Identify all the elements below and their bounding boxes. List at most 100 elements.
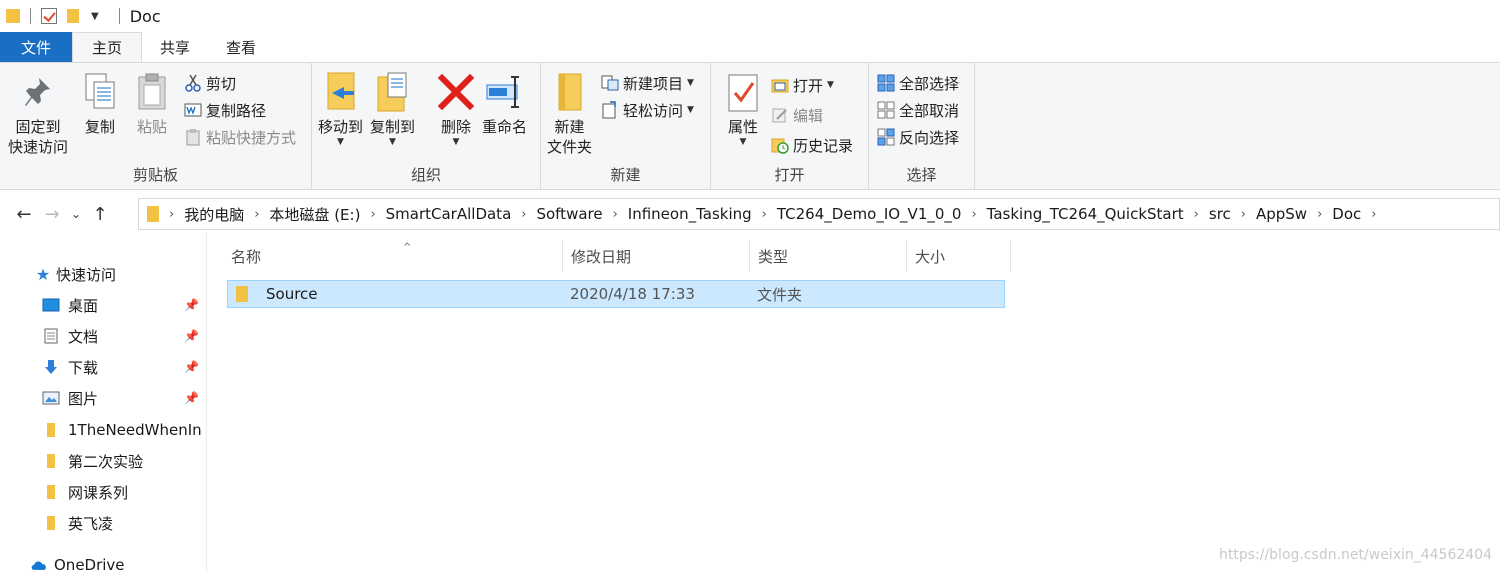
breadcrumb-separator-icon[interactable]: › xyxy=(254,207,259,222)
breadcrumb-separator-icon[interactable]: › xyxy=(1194,207,1199,222)
breadcrumb-separator-icon[interactable]: › xyxy=(613,207,618,222)
paste-button[interactable]: 粘贴 xyxy=(132,69,172,137)
breadcrumb-src[interactable]: src xyxy=(1209,205,1231,223)
copy-to-icon xyxy=(373,69,413,115)
copy-icon xyxy=(80,69,120,115)
title-separator xyxy=(118,8,120,24)
forward-arrow-icon[interactable]: → xyxy=(38,204,66,225)
breadcrumb-doc[interactable]: Doc xyxy=(1332,205,1361,223)
sidebar-item-quick-access[interactable]: ★ 快速访问 xyxy=(0,260,206,288)
sidebar-item-folder[interactable]: 网课系列 xyxy=(0,478,206,506)
tab-file[interactable]: 文件 xyxy=(0,32,72,62)
breadcrumb-smartcaralldata[interactable]: SmartCarAllData xyxy=(386,205,512,223)
sidebar-item-folder[interactable]: 1TheNeedWhenIn xyxy=(0,416,206,444)
address-bar[interactable]: › 我的电脑 › 本地磁盘 (E:) › SmartCarAllData › S… xyxy=(138,198,1500,230)
copy-path-button[interactable]: 复制路径 xyxy=(184,98,266,122)
breadcrumb-separator-icon[interactable]: › xyxy=(521,207,526,222)
table-row[interactable]: Source 2020/4/18 17:33 文件夹 xyxy=(227,280,1005,308)
move-to-chevron-down-icon: ▼ xyxy=(337,137,344,147)
open-button[interactable]: 打开 ▼ xyxy=(771,73,834,97)
tab-share[interactable]: 共享 xyxy=(142,32,208,62)
breadcrumb-appsw[interactable]: AppSw xyxy=(1256,205,1307,223)
sort-ascending-icon: ^ xyxy=(403,242,412,253)
paste-shortcut-label: 粘贴快捷方式 xyxy=(206,128,297,147)
history-button[interactable]: 历史记录 xyxy=(771,133,853,157)
sidebar-item-label: 第二次实验 xyxy=(68,452,144,471)
pin-icon[interactable]: 📌 xyxy=(184,298,199,312)
pin-icon[interactable]: 📌 xyxy=(184,360,199,374)
sidebar-item-folder[interactable]: 第二次实验 xyxy=(0,447,206,475)
paste-shortcut-icon xyxy=(184,128,202,146)
customize-toolbar-chevron-down-icon[interactable]: ▼ xyxy=(91,11,99,22)
copy-to-chevron-down-icon: ▼ xyxy=(389,137,396,147)
pin-label-line2: 快速访问 xyxy=(8,138,69,156)
sidebar-item-downloads[interactable]: 下载 📌 xyxy=(0,353,206,381)
column-header-size[interactable]: 大小 xyxy=(907,240,1011,272)
up-arrow-icon[interactable]: ↑ xyxy=(86,204,114,225)
copy-to-button[interactable]: 复制到 ▼ xyxy=(370,69,415,147)
breadcrumb-software[interactable]: Software xyxy=(536,205,602,223)
organize-group: 移动到 ▼ 复制到 ▼ 删除 ▼ 重命名 组织 xyxy=(312,63,541,189)
breadcrumb-separator-icon[interactable]: › xyxy=(169,207,174,222)
star-icon: ★ xyxy=(35,264,51,284)
download-arrow-icon xyxy=(42,359,60,375)
move-to-button[interactable]: 移动到 ▼ xyxy=(318,69,363,147)
breadcrumb-tasking-quickstart[interactable]: Tasking_TC264_QuickStart xyxy=(987,205,1184,223)
easy-access-button[interactable]: 轻松访问 ▼ xyxy=(601,98,694,122)
clipboard-group-label: 剪贴板 xyxy=(132,166,178,184)
tab-view[interactable]: 查看 xyxy=(208,32,274,62)
sidebar-item-label: 1TheNeedWhenIn xyxy=(68,421,202,439)
breadcrumb-infineon-tasking[interactable]: Infineon_Tasking xyxy=(628,205,752,223)
breadcrumb-separator-icon[interactable]: › xyxy=(370,207,375,222)
folder-icon xyxy=(42,515,60,531)
pin-icon[interactable]: 📌 xyxy=(184,329,199,343)
breadcrumb-separator-icon[interactable]: › xyxy=(1371,207,1376,222)
sidebar-item-onedrive[interactable]: OneDrive xyxy=(0,551,206,573)
open-label: 打开 xyxy=(793,76,824,95)
select-group: 全部选择 全部取消 反向选择 选择 xyxy=(869,63,975,189)
new-item-icon xyxy=(601,74,619,92)
breadcrumb-separator-icon[interactable]: › xyxy=(1317,207,1322,222)
cut-button[interactable]: 剪切 xyxy=(184,71,236,95)
recent-locations-chevron-down-icon[interactable]: ⌄ xyxy=(66,207,86,221)
breadcrumb-local-disk[interactable]: 本地磁盘 (E:) xyxy=(269,204,360,225)
pin-to-quick-access-button[interactable]: 固定到 快速访问 xyxy=(8,69,68,157)
sidebar-item-desktop[interactable]: 桌面 📌 xyxy=(0,291,206,319)
breadcrumb-separator-icon[interactable]: › xyxy=(762,207,767,222)
properties-button[interactable]: 属性 ▼ xyxy=(723,69,763,147)
folder-icon xyxy=(6,9,20,23)
breadcrumb-separator-icon[interactable]: › xyxy=(1241,207,1246,222)
sidebar-item-folder[interactable]: 英飞凌 xyxy=(0,509,206,537)
sidebar-item-documents[interactable]: 文档 📌 xyxy=(0,322,206,350)
edit-button[interactable]: 编辑 xyxy=(771,103,823,127)
move-to-icon xyxy=(321,69,361,115)
copy-button[interactable]: 复制 xyxy=(80,69,120,137)
paste-shortcut-button[interactable]: 粘贴快捷方式 xyxy=(184,125,296,149)
column-header-name[interactable]: 名称 ^ xyxy=(223,240,563,272)
breadcrumb-separator-icon[interactable]: › xyxy=(971,207,976,222)
breadcrumb-my-computer[interactable]: 我的电脑 xyxy=(184,204,244,225)
pin-icon[interactable]: 📌 xyxy=(184,391,199,405)
select-all-button[interactable]: 全部选择 xyxy=(877,71,959,95)
breadcrumb-tc264-demo[interactable]: TC264_Demo_IO_V1_0_0 xyxy=(777,205,962,223)
open-group-label: 打开 xyxy=(774,166,805,184)
invert-selection-button[interactable]: 反向选择 xyxy=(877,125,959,149)
column-header-label: 大小 xyxy=(915,247,946,266)
new-folder-icon[interactable] xyxy=(67,9,79,23)
properties-check-icon xyxy=(723,69,763,115)
back-arrow-icon[interactable]: ← xyxy=(10,204,38,225)
paste-label: 粘贴 xyxy=(136,118,167,136)
tab-home[interactable]: 主页 xyxy=(72,32,142,62)
folder-icon xyxy=(42,453,60,469)
column-header-type[interactable]: 类型 xyxy=(750,240,907,272)
properties-check-icon[interactable] xyxy=(41,8,57,24)
new-folder-button[interactable]: 新建 文件夹 xyxy=(547,69,592,157)
rename-button[interactable]: 重命名 xyxy=(482,69,527,137)
select-none-icon xyxy=(877,101,895,119)
select-none-button[interactable]: 全部取消 xyxy=(877,98,959,122)
sidebar-item-pictures[interactable]: 图片 📌 xyxy=(0,384,206,412)
sidebar-item-label: 图片 xyxy=(68,389,99,408)
new-item-button[interactable]: 新建项目 ▼ xyxy=(601,71,694,95)
column-header-modified[interactable]: 修改日期 xyxy=(563,240,750,272)
delete-button[interactable]: 删除 ▼ xyxy=(436,69,476,147)
